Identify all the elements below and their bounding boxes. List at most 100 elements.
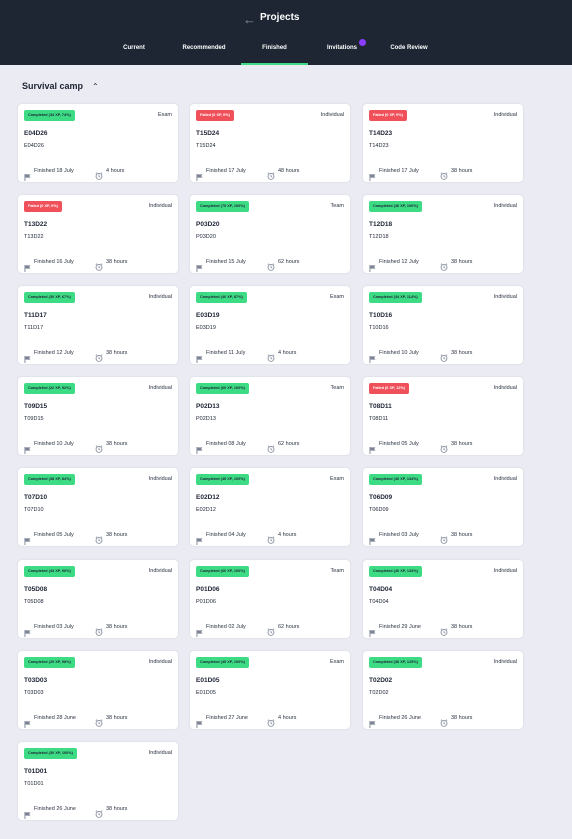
flag-icon: [196, 715, 203, 728]
clock-icon: [267, 440, 275, 453]
duration: 48 hours: [278, 168, 300, 174]
flag-icon: [369, 441, 376, 454]
clock-icon: [267, 531, 275, 544]
project-card[interactable]: Completed (29 XP, 98%) Individual T03D03 T0…: [18, 651, 178, 729]
project-card[interactable]: Completed (30 XP, 67%) Individual T11D17 T1…: [18, 286, 178, 364]
section-title[interactable]: Survival camp: [22, 81, 83, 91]
project-name: T07D10: [24, 494, 48, 501]
finished-date: Finished 03 July: [379, 532, 419, 538]
project-card[interactable]: Completed (30 XP, 100%) Individual T01D01 T…: [18, 742, 178, 820]
tab-finished[interactable]: Finished: [241, 37, 308, 65]
project-card[interactable]: Completed (45 XP, 100%) Exam E02D12 E02D12 F…: [190, 468, 350, 546]
flag-icon: [24, 350, 31, 363]
project-card[interactable]: Completed (40 XP, 87%) Exam E03D19 E03D19 Fi…: [190, 286, 350, 364]
finished-date: Finished 18 July: [34, 168, 74, 174]
clock-icon: [267, 623, 275, 636]
project-card[interactable]: Failed (0 XP, 0%) Individual T15D24 T15D24 F…: [190, 104, 350, 182]
project-code: T11D17: [24, 325, 44, 331]
status-badge: Completed (45 XP, 100%): [196, 474, 249, 485]
duration: 38 hours: [451, 624, 473, 630]
chevron-up-icon[interactable]: ⌃: [92, 82, 99, 91]
duration: 4 hours: [278, 715, 297, 721]
status-badge: Completed (30 XP, 67%): [24, 292, 75, 303]
project-name: T08D11: [369, 403, 392, 410]
project-type: Individual: [493, 659, 517, 665]
project-card[interactable]: Completed (60 XP, 100%) Team P02D13 P02D13 F…: [190, 377, 350, 455]
project-type: Individual: [148, 385, 172, 391]
project-card[interactable]: Completed (38 XP, 84%) Individual T07D10 T0…: [18, 468, 178, 546]
project-name: P01D06: [196, 586, 220, 593]
project-name: P03D20: [196, 221, 220, 228]
project-card[interactable]: Completed (34 XP, 74%) Exam E04D26 E04D26 Fi…: [18, 104, 178, 182]
project-card[interactable]: Completed (45 XP, 100%) Exam E01D05 E01D05 F…: [190, 651, 350, 729]
finished-date: Finished 05 July: [379, 441, 419, 447]
top-header: ← Projects Current Recommended Finished …: [0, 0, 572, 65]
project-card[interactable]: Completed (46 XP, 100%) Individual T12D18 T…: [363, 195, 523, 273]
finished-date: Finished 10 July: [34, 441, 74, 447]
project-card[interactable]: Completed (22 XP, 52%) Individual T09D15 T0…: [18, 377, 178, 455]
project-card[interactable]: Completed (75 XP, 100%) Team P03D20 P03D20 F…: [190, 195, 350, 273]
project-type: Exam: [329, 659, 344, 665]
tab-code-review[interactable]: Code Review: [380, 37, 438, 65]
duration: 38 hours: [451, 441, 473, 447]
clock-icon: [440, 623, 448, 636]
flag-icon: [369, 350, 376, 363]
duration: 38 hours: [451, 350, 473, 356]
project-card[interactable]: Failed (0 XP, 0%) Individual T14D23 T14D23 F…: [363, 104, 523, 182]
project-card[interactable]: Failed (0 XP, 0%) Individual T13D22 T13D22 F…: [18, 195, 178, 273]
project-code: T02D02: [369, 690, 389, 696]
project-card[interactable]: Completed (43 XP, 96%) Individual T05D08 T0…: [18, 560, 178, 638]
flag-icon: [369, 168, 376, 181]
project-code: T12D18: [369, 234, 389, 240]
status-badge: Completed (60 XP, 100%): [196, 383, 249, 394]
project-code: T04D04: [369, 599, 389, 605]
finished-date: Finished 17 July: [206, 168, 246, 174]
finished-date: Finished 29 June: [379, 624, 421, 630]
clock-icon: [95, 258, 103, 271]
project-code: E01D05: [196, 690, 216, 696]
tab-current[interactable]: Current: [108, 37, 160, 65]
flag-icon: [369, 715, 376, 728]
project-type: Individual: [148, 659, 172, 665]
project-card[interactable]: Completed (34 XP, 114%) Individual T10D16 T…: [363, 286, 523, 364]
clock-icon: [440, 440, 448, 453]
project-name: T04D04: [369, 586, 393, 593]
clock-icon: [440, 714, 448, 727]
project-code: T09D15: [24, 416, 44, 422]
project-type: Exam: [329, 476, 344, 482]
project-card[interactable]: Completed (40 XP, 134%) Individual T06D09 T…: [363, 468, 523, 546]
project-code: T06D09: [369, 507, 389, 513]
clock-icon: [267, 714, 275, 727]
notification-badge: [359, 39, 366, 46]
project-card[interactable]: Completed (60 XP, 100%) Team P01D06 P01D06 F…: [190, 560, 350, 638]
status-badge: Completed (30 XP, 100%): [24, 748, 77, 759]
project-type: Team: [330, 568, 344, 574]
duration: 4 hours: [278, 350, 297, 356]
project-type: Individual: [148, 750, 172, 756]
duration: 4 hours: [278, 532, 297, 538]
project-card[interactable]: Failed (6 XP, 12%) Individual T08D11 T08D11…: [363, 377, 523, 455]
status-badge: Completed (43 XP, 96%): [24, 566, 75, 577]
tab-recommended[interactable]: Recommended: [170, 37, 238, 65]
project-card[interactable]: Completed (40 XP, 133%) Individual T04D04 T…: [363, 560, 523, 638]
status-badge: Completed (46 XP, 100%): [369, 201, 422, 212]
duration: 38 hours: [106, 259, 128, 265]
project-name: T01D01: [24, 768, 48, 775]
tab-invitations[interactable]: Invitations: [316, 37, 368, 65]
project-card[interactable]: Completed (38 XP, 125%) Individual T02D02 T…: [363, 651, 523, 729]
project-name: E01D05: [196, 677, 220, 684]
tab-label: Recommended: [182, 45, 226, 51]
status-badge: Completed (60 XP, 100%): [196, 566, 249, 577]
project-type: Team: [330, 385, 344, 391]
status-badge: Completed (38 XP, 125%): [369, 657, 422, 668]
back-arrow-icon[interactable]: ←: [243, 13, 256, 27]
project-code: P03D20: [196, 234, 216, 240]
duration: 38 hours: [451, 168, 473, 174]
clock-icon: [95, 440, 103, 453]
duration: 38 hours: [106, 806, 128, 812]
duration: 38 hours: [106, 350, 128, 356]
project-type: Individual: [320, 112, 344, 118]
flag-icon: [196, 350, 203, 363]
flag-icon: [24, 806, 31, 819]
status-badge: Completed (38 XP, 84%): [24, 474, 75, 485]
